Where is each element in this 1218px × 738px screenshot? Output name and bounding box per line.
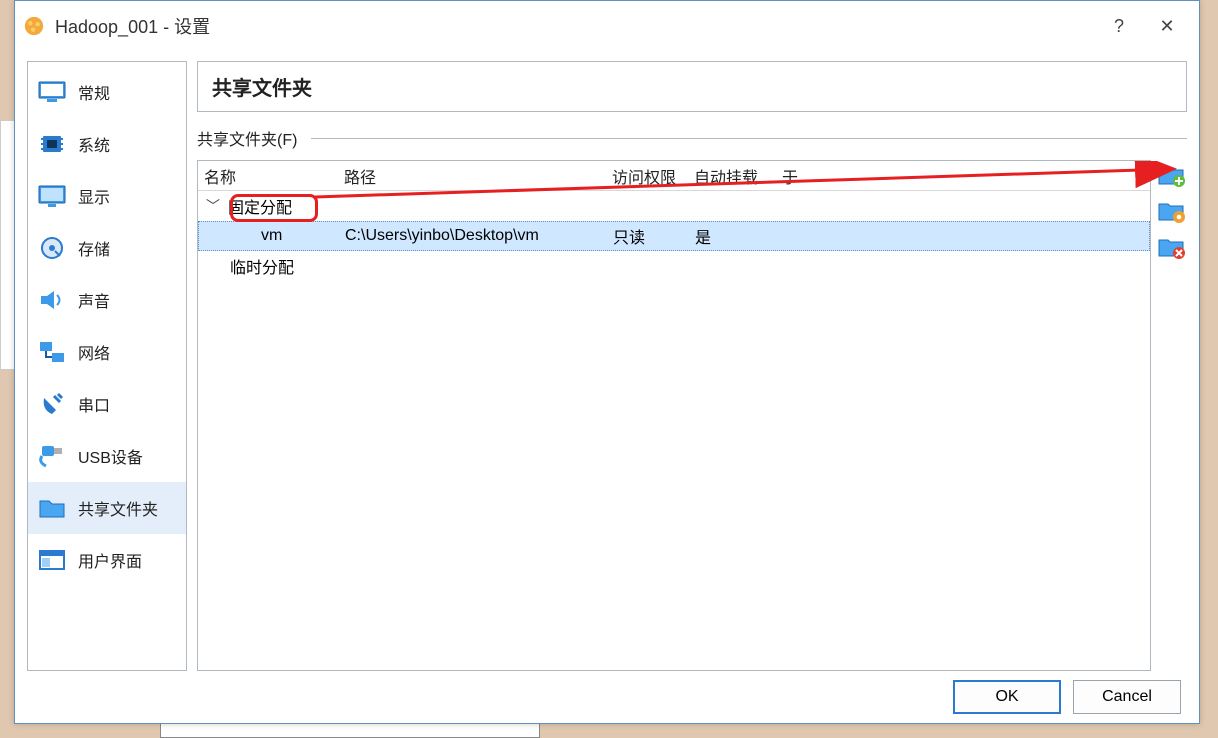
cancel-button[interactable]: Cancel: [1073, 680, 1181, 714]
group-label: 临时分配: [230, 254, 294, 278]
sidebar-item-label: 声音: [78, 288, 110, 312]
shared-folders-table[interactable]: 名称 路径 访问权限 自动挂载 于 ﹀ 固定分配 vm C:\User: [197, 160, 1151, 671]
sidebar-item-network[interactable]: 网络: [28, 326, 186, 378]
sidebar-item-label: 共享文件夹: [78, 496, 158, 520]
cell-automount: 是: [689, 224, 777, 248]
monitor-icon: [38, 80, 66, 104]
app-icon: [23, 15, 45, 37]
ok-button[interactable]: OK: [953, 680, 1061, 714]
folder-icon: [38, 496, 66, 520]
sidebar-item-label: 系统: [78, 132, 110, 156]
close-button[interactable]: ✕: [1143, 8, 1191, 44]
sidebar-item-label: 常规: [78, 80, 110, 104]
speaker-icon: [38, 288, 66, 312]
cell-path: C:\Users\yinbo\Desktop\vm: [339, 227, 607, 245]
column-path[interactable]: 路径: [338, 164, 606, 188]
add-share-button[interactable]: [1157, 162, 1185, 188]
group-transient[interactable]: 临时分配: [198, 251, 1150, 281]
sidebar-item-label: 网络: [78, 340, 110, 364]
sidebar-item-label: 串口: [78, 392, 110, 416]
edit-share-button[interactable]: [1157, 198, 1185, 224]
group-label: 固定分配: [228, 194, 292, 218]
chip-icon: [38, 132, 66, 156]
sidebar-item-serial[interactable]: 串口: [28, 378, 186, 430]
title-bar: Hadoop_001 - 设置 ? ✕: [15, 1, 1199, 51]
disk-icon: [38, 236, 66, 260]
dialog-footer: OK Cancel: [15, 671, 1199, 723]
group-fixed[interactable]: ﹀ 固定分配: [198, 191, 1150, 221]
fieldset-label: 共享文件夹(F): [197, 126, 1187, 150]
cell-access: 只读: [607, 224, 689, 248]
category-sidebar: 常规 系统 显示 存储 声音 网络: [27, 61, 187, 671]
sidebar-item-label: 存储: [78, 236, 110, 260]
display-icon: [38, 184, 66, 208]
sidebar-item-ui[interactable]: 用户界面: [28, 534, 186, 586]
main-panel: 共享文件夹 共享文件夹(F) 名称 路径 访问权限 自动挂载 于: [197, 61, 1187, 671]
sidebar-item-shared-folders[interactable]: 共享文件夹: [28, 482, 186, 534]
column-at[interactable]: 于: [776, 164, 1150, 188]
sidebar-item-display[interactable]: 显示: [28, 170, 186, 222]
sidebar-item-storage[interactable]: 存储: [28, 222, 186, 274]
panel-header: 共享文件夹: [197, 61, 1187, 112]
usb-icon: [38, 444, 66, 468]
window-icon: [38, 548, 66, 572]
sidebar-item-label: 显示: [78, 184, 110, 208]
remove-share-button[interactable]: [1157, 234, 1185, 260]
column-access[interactable]: 访问权限: [606, 164, 688, 188]
sidebar-item-label: 用户界面: [78, 548, 142, 572]
column-automount[interactable]: 自动挂载: [688, 164, 776, 188]
help-button[interactable]: ?: [1095, 8, 1143, 44]
table-header: 名称 路径 访问权限 自动挂载 于: [198, 161, 1150, 191]
sidebar-item-system[interactable]: 系统: [28, 118, 186, 170]
chevron-down-icon[interactable]: ﹀: [206, 196, 224, 216]
sidebar-item-label: USB设备: [78, 444, 143, 468]
network-icon: [38, 340, 66, 364]
sidebar-item-usb[interactable]: USB设备: [28, 430, 186, 482]
cell-name: vm: [199, 227, 339, 245]
sidebar-item-audio[interactable]: 声音: [28, 274, 186, 326]
table-row[interactable]: vm C:\Users\yinbo\Desktop\vm 只读 是: [198, 221, 1150, 251]
sidebar-item-general[interactable]: 常规: [28, 66, 186, 118]
plug-icon: [38, 392, 66, 416]
window-title: Hadoop_001 - 设置: [55, 13, 1095, 39]
column-name[interactable]: 名称: [198, 164, 338, 188]
settings-dialog: Hadoop_001 - 设置 ? ✕ 常规 系统 显示 存储: [14, 0, 1200, 724]
folder-toolbar: [1151, 160, 1187, 671]
